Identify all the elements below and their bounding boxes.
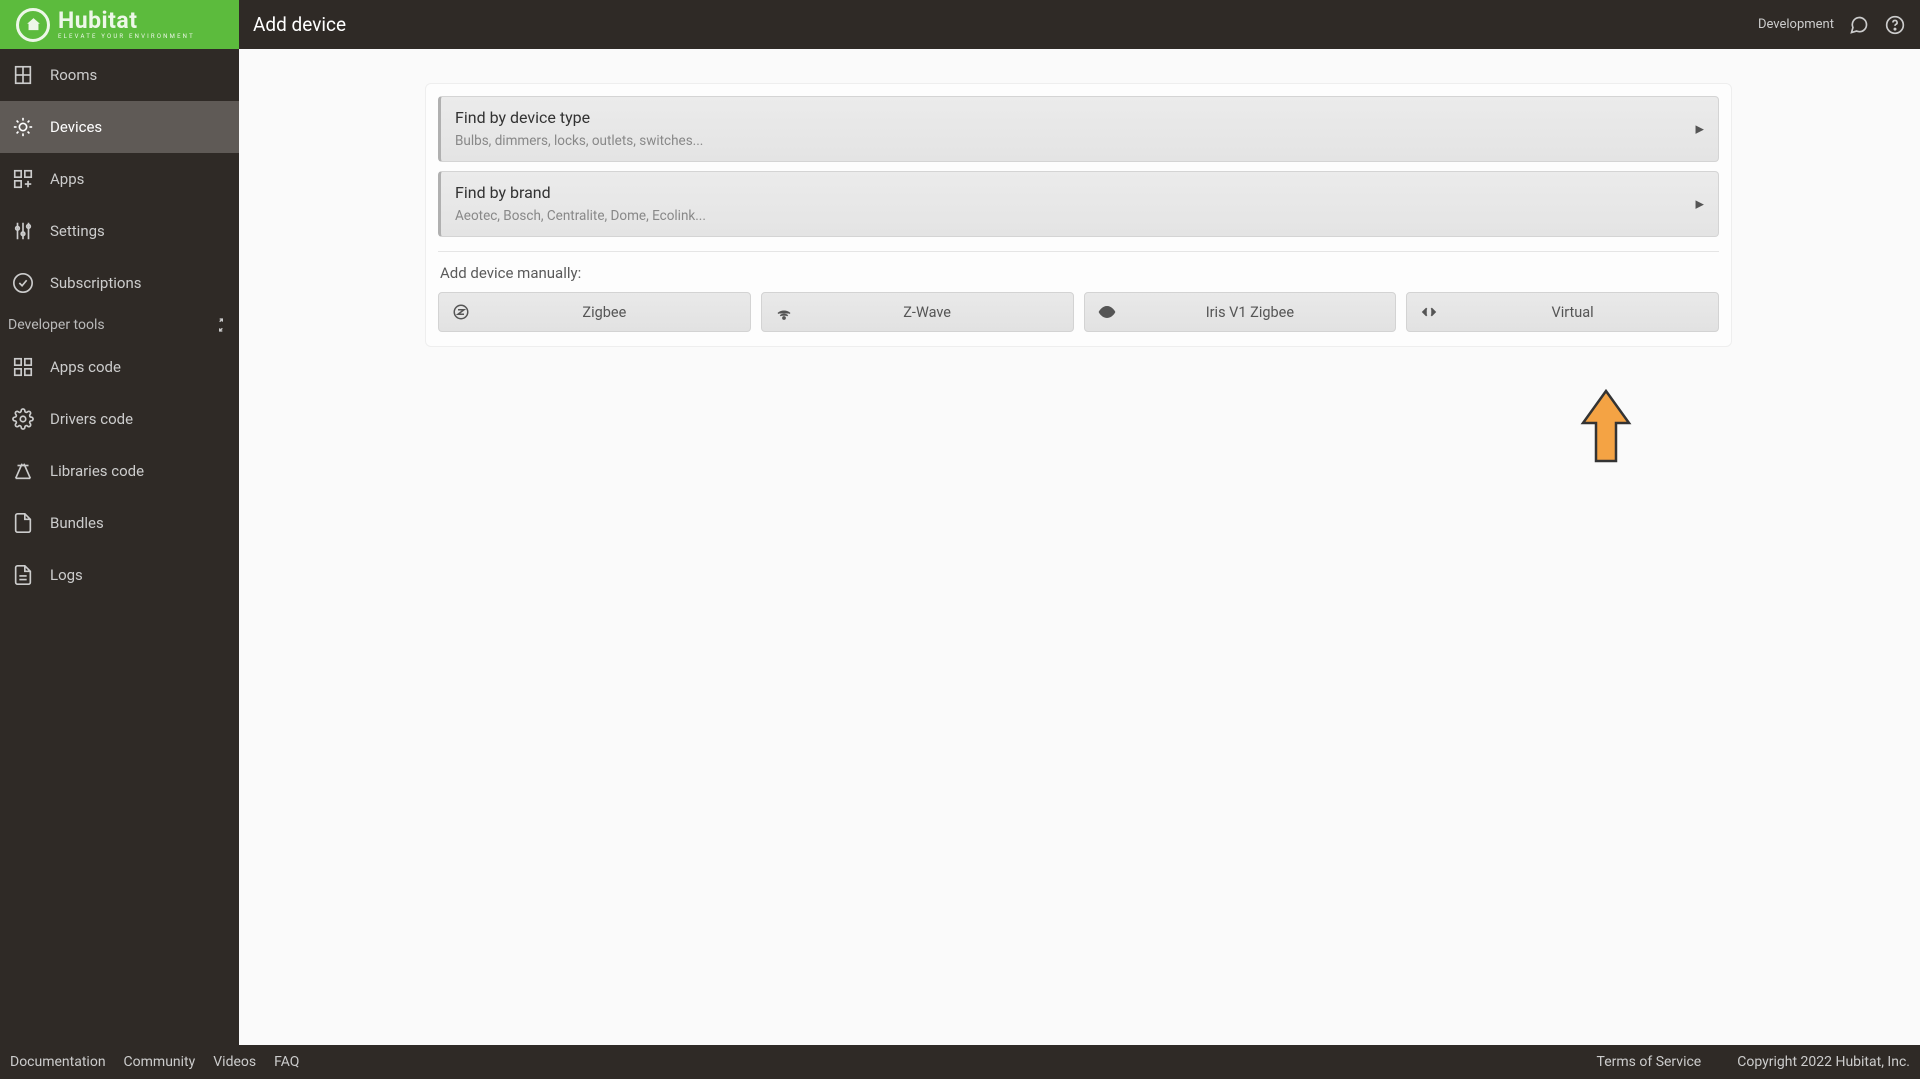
add-iris-button[interactable]: Iris V1 Zigbee (1084, 292, 1397, 332)
developer-tools-header[interactable]: Developer tools (0, 309, 239, 341)
footer-link-faq[interactable]: FAQ (274, 1054, 299, 1070)
sidebar-item-label: Apps code (50, 358, 121, 376)
bundles-icon (12, 512, 34, 534)
sidebar-item-label: Drivers code (50, 410, 133, 428)
zigbee-icon (451, 302, 471, 322)
panel-sub: Bulbs, dimmers, locks, outlets, switches… (455, 133, 1704, 149)
chevron-right-icon: ▶ (1696, 198, 1704, 211)
footer-link-videos[interactable]: Videos (213, 1054, 256, 1070)
app-header: Hubitat ELEVATE YOUR ENVIRONMENT Add dev… (0, 0, 1920, 49)
sidebar-item-label: Rooms (50, 66, 97, 84)
sidebar-item-apps-code[interactable]: Apps code (0, 341, 239, 393)
sidebar-item-drivers-code[interactable]: Drivers code (0, 393, 239, 445)
env-label: Development (1758, 17, 1834, 32)
footer-copyright: Copyright 2022 Hubitat, Inc. (1737, 1054, 1910, 1070)
button-label: Virtual (1439, 304, 1706, 321)
main-content: Find by device type Bulbs, dimmers, lock… (239, 49, 1920, 1045)
sidebar-item-label: Settings (50, 222, 105, 240)
find-by-brand-panel[interactable]: Find by brand Aeotec, Bosch, Centralite,… (438, 171, 1719, 237)
sidebar-item-label: Devices (50, 118, 102, 136)
add-zigbee-button[interactable]: Zigbee (438, 292, 751, 332)
add-virtual-button[interactable]: Virtual (1406, 292, 1719, 332)
sidebar-item-label: Logs (50, 566, 83, 584)
arrow-annotation (1579, 389, 1633, 469)
sidebar-item-libraries-code[interactable]: Libraries code (0, 445, 239, 497)
button-label: Zigbee (471, 304, 738, 321)
rooms-icon (12, 64, 34, 86)
button-label: Iris V1 Zigbee (1117, 304, 1384, 321)
add-manually-label: Add device manually: (440, 264, 1719, 282)
hubitat-house-icon (16, 8, 50, 42)
panel-title: Find by brand (455, 183, 1704, 202)
footer-link-community[interactable]: Community (124, 1054, 196, 1070)
footer-link-terms[interactable]: Terms of Service (1597, 1054, 1702, 1070)
developer-tools-label: Developer tools (8, 317, 105, 333)
button-label: Z-Wave (794, 304, 1061, 321)
sidebar-item-label: Subscriptions (50, 274, 141, 292)
find-by-device-type-panel[interactable]: Find by device type Bulbs, dimmers, lock… (438, 96, 1719, 162)
sidebar-item-label: Apps (50, 170, 84, 188)
sidebar-item-rooms[interactable]: Rooms (0, 49, 239, 101)
sidebar-item-label: Bundles (50, 514, 104, 532)
sidebar-item-devices[interactable]: Devices (0, 101, 239, 153)
drivers-code-icon (12, 408, 34, 430)
apps-icon (12, 168, 34, 190)
devices-icon (12, 116, 34, 138)
divider (438, 251, 1719, 252)
page-title: Add device (253, 13, 346, 36)
sidebar-item-bundles[interactable]: Bundles (0, 497, 239, 549)
app-footer: Documentation Community Videos FAQ Terms… (0, 1045, 1920, 1079)
zwave-icon (774, 302, 794, 322)
logs-icon (12, 564, 34, 586)
code-icon (1419, 302, 1439, 322)
brand-name: Hubitat ELEVATE YOUR ENVIRONMENT (58, 9, 195, 40)
panel-sub: Aeotec, Bosch, Centralite, Dome, Ecolink… (455, 208, 1704, 224)
apps-code-icon (12, 356, 34, 378)
add-device-card: Find by device type Bulbs, dimmers, lock… (425, 83, 1732, 347)
chevron-right-icon: ▶ (1696, 123, 1704, 136)
sidebar-item-settings[interactable]: Settings (0, 205, 239, 257)
sidebar-item-label: Libraries code (50, 462, 144, 480)
subscriptions-icon (12, 272, 34, 294)
footer-link-documentation[interactable]: Documentation (10, 1054, 106, 1070)
chat-icon[interactable] (1848, 14, 1870, 36)
eye-icon (1097, 302, 1117, 322)
brand-name-text: Hubitat (58, 9, 195, 32)
sidebar-item-logs[interactable]: Logs (0, 549, 239, 601)
add-zwave-button[interactable]: Z-Wave (761, 292, 1074, 332)
settings-icon (12, 220, 34, 242)
sidebar: Rooms Devices Apps Settings Subscription… (0, 49, 239, 1045)
sidebar-item-subscriptions[interactable]: Subscriptions (0, 257, 239, 309)
help-icon[interactable] (1884, 14, 1906, 36)
libraries-code-icon (12, 460, 34, 482)
sidebar-item-apps[interactable]: Apps (0, 153, 239, 205)
collapse-icon (213, 317, 229, 333)
brand-tagline: ELEVATE YOUR ENVIRONMENT (58, 34, 195, 40)
brand-logo[interactable]: Hubitat ELEVATE YOUR ENVIRONMENT (0, 0, 239, 49)
panel-title: Find by device type (455, 108, 1704, 127)
